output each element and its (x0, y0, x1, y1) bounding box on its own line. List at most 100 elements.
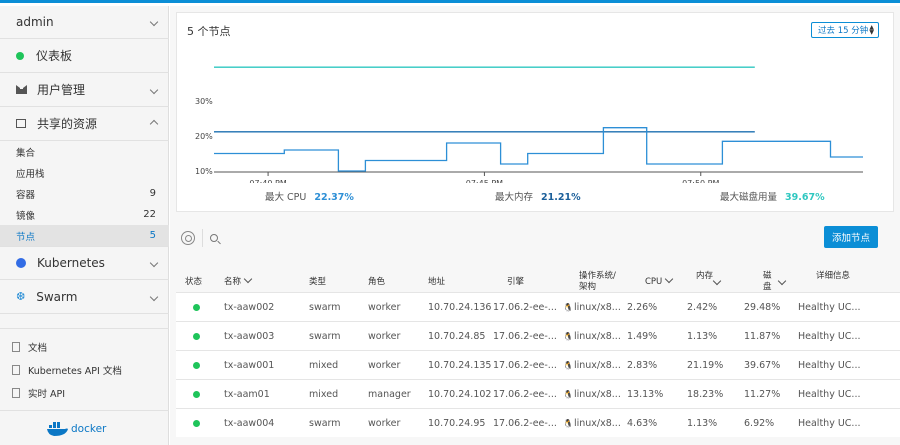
node-engine: 17.06.2-ee-... (493, 302, 557, 313)
docker-logo: docker (46, 422, 106, 436)
linux-icon: 🐧 (563, 419, 573, 428)
status-dot-icon (193, 362, 200, 369)
y-tick-label: 10% (195, 167, 213, 176)
linux-icon: 🐧 (563, 332, 573, 341)
chevron-down-icon (149, 17, 159, 27)
kubernetes-icon (16, 258, 26, 268)
sidebar-item-kubernetes[interactable]: Kubernetes (0, 246, 169, 280)
sidebar-item-label: Kubernetes (37, 256, 105, 270)
sidebar-item-user-mgmt[interactable]: 用户管理 (0, 73, 169, 107)
node-os-text: linux/x8... (573, 418, 621, 429)
docker-logo-text: docker (71, 423, 107, 435)
node-mem: 18.23% (687, 389, 724, 400)
node-os-text: linux/x8... (573, 389, 621, 400)
node-engine: 17.06.2-ee-... (493, 389, 557, 400)
link-live-api[interactable]: 实时 API (12, 386, 65, 400)
stat-label: 最大磁盘用量 (720, 192, 778, 203)
stat-value: 21.21% (541, 192, 581, 203)
sidebar-divider (0, 410, 169, 411)
col-header-os[interactable]: 操作系统/架构 (579, 271, 621, 293)
shared-resources-icon (16, 119, 26, 128)
sort-icon (243, 274, 253, 284)
chevron-down-icon (149, 85, 159, 94)
sidebar-sub-collections[interactable]: 集合 (0, 141, 169, 162)
gear-icon[interactable] (181, 231, 195, 245)
table-row[interactable]: tx-aaw004 swarm worker 10.70.24.95 17.06.2-e… (176, 408, 900, 437)
node-mem: 2.42% (687, 302, 718, 313)
document-icon (12, 388, 20, 398)
sidebar-sub-label: 应用栈 (16, 168, 45, 180)
linux-icon: 🐧 (563, 303, 573, 312)
col-header-name[interactable]: 名称 (224, 274, 253, 288)
node-os: 🐧linux/x8... (563, 418, 621, 429)
link-k8s-api-docs[interactable]: Kubernetes API 文档 (12, 363, 122, 377)
sidebar-sub-images[interactable]: 镜像 22 (0, 204, 169, 225)
node-os: 🐧linux/x8... (563, 360, 621, 371)
table-row[interactable]: tx-aaw002 swarm worker 10.70.24.136 17.06.2-… (176, 292, 900, 321)
node-os-text: linux/x8... (573, 331, 621, 342)
col-header-address[interactable]: 地址 (428, 277, 445, 288)
table-row[interactable]: tx-aaw003 swarm worker 10.70.24.85 17.06.2-e… (176, 321, 900, 350)
node-cpu: 4.63% (627, 418, 658, 429)
document-icon (12, 365, 20, 375)
col-header-type[interactable]: 类型 (309, 277, 326, 288)
nodes-summary-card: 5 个节点 过去 15 分钟 ▲▼ 10% 20% 30% 07:40 PM 07:45… (176, 12, 894, 212)
node-address: 10.70.24.136 (428, 302, 492, 313)
node-os: 🐧linux/x8... (563, 389, 621, 400)
node-name: tx-aaw004 (224, 418, 275, 429)
sidebar-item-shared[interactable]: 共享的资源 (0, 107, 169, 141)
time-range-select[interactable]: 过去 15 分钟 ▲ ▼ (811, 22, 879, 38)
status-dot-icon (193, 304, 200, 311)
node-name: tx-aaw003 (224, 331, 275, 342)
card-title: 5 个节点 (187, 25, 231, 38)
node-mem: 1.13% (687, 418, 718, 429)
main-content: 5 个节点 过去 15 分钟 ▲▼ 10% 20% 30% 07:40 PM 07:45… (170, 6, 900, 445)
sidebar-sub-label: 镜像 (16, 210, 36, 222)
node-role: worker (368, 418, 401, 429)
user-menu[interactable]: admin (0, 6, 169, 39)
col-header-status[interactable]: 状态 (185, 277, 202, 288)
sidebar-item-swarm[interactable]: ❆ Swarm (0, 280, 169, 314)
chevron-down-icon (149, 292, 159, 301)
col-header-cpu[interactable]: CPU (645, 274, 674, 288)
col-header-details[interactable]: 详细信息 (816, 271, 856, 282)
sidebar-sub-nodes[interactable]: 节点 5 (0, 225, 169, 246)
linux-icon: 🐧 (563, 361, 573, 370)
col-header-engine[interactable]: 引擎 (507, 277, 524, 288)
node-disk: 6.92% (744, 418, 775, 429)
stat-max-disk: 最大磁盘用量 39.67% (720, 189, 825, 203)
node-role: manager (368, 389, 411, 400)
node-type: mixed (309, 360, 339, 371)
x-tick-label: 07:50 PM (682, 179, 719, 183)
sidebar-sub-containers[interactable]: 容器 9 (0, 183, 169, 204)
node-mem: 1.13% (687, 331, 718, 342)
node-details: Healthy UC... (798, 418, 861, 429)
node-address: 10.70.24.85 (428, 331, 486, 342)
dashboard-dot-icon (16, 51, 24, 60)
search-icon[interactable] (210, 234, 218, 242)
stat-label: 最大 CPU (265, 192, 307, 203)
sort-icon[interactable] (777, 276, 787, 286)
node-disk: 11.87% (744, 331, 781, 342)
sidebar: admin 仪表板 用户管理 共享的资源 集合 应用栈 容器 9 镜像 22 节… (0, 6, 169, 445)
node-disk: 39.67% (744, 360, 781, 371)
node-type: swarm (309, 302, 341, 313)
link-docs[interactable]: 文档 (12, 340, 47, 354)
sidebar-item-label: Swarm (36, 289, 78, 304)
node-role: worker (368, 302, 401, 313)
y-tick-label: 20% (195, 132, 213, 141)
table-row[interactable]: tx-aam01 mixed manager 10.70.24.102 17.06.2-… (176, 379, 900, 408)
add-node-button[interactable]: 添加节点 (824, 226, 878, 248)
node-os: 🐧linux/x8... (563, 302, 621, 313)
x-tick-label: 07:45 PM (466, 179, 503, 183)
y-tick-label: 30% (195, 97, 213, 106)
node-name: tx-aam01 (224, 389, 270, 400)
sidebar-item-dashboard[interactable]: 仪表板 (0, 39, 169, 73)
sidebar-sub-stacks[interactable]: 应用栈 (0, 162, 169, 183)
node-disk: 29.48% (744, 302, 781, 313)
table-row[interactable]: tx-aaw001 mixed worker 10.70.24.135 17.06.2-… (176, 350, 900, 379)
node-name: tx-aaw002 (224, 302, 275, 313)
col-header-role[interactable]: 角色 (368, 277, 385, 288)
col-header-disk[interactable]: 磁盘 (763, 271, 777, 293)
col-header-label: 内存 (696, 271, 714, 281)
